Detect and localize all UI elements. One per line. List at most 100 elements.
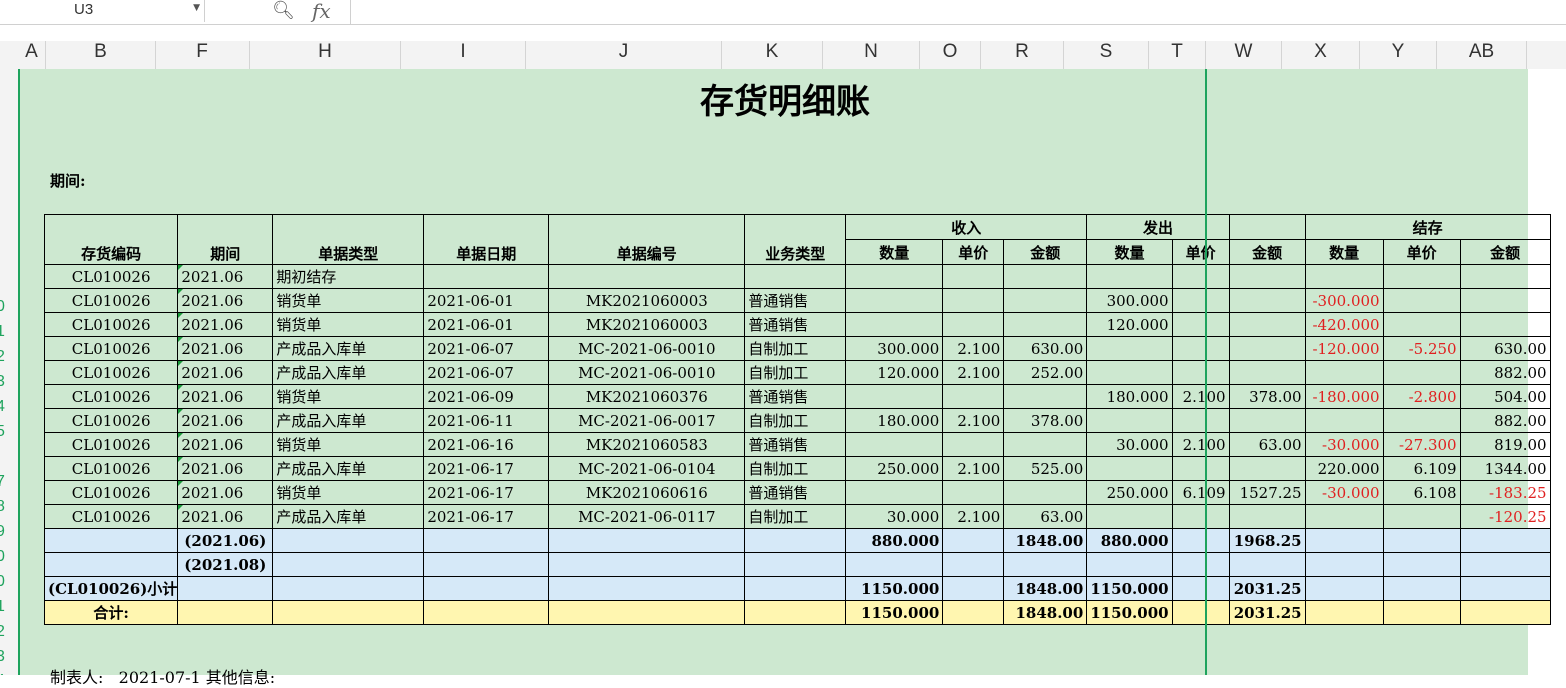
table-cell[interactable]	[1228, 504, 1306, 529]
table-cell[interactable]: 1848.00	[1003, 600, 1088, 625]
table-cell[interactable]: CL010026	[43, 336, 179, 361]
table-cell[interactable]: 880.000	[1086, 528, 1173, 553]
table-cell[interactable]: -420.000	[1304, 312, 1384, 337]
table-cell[interactable]: CL010026	[43, 288, 179, 313]
table-cell[interactable]	[1459, 264, 1551, 289]
table-cell[interactable]	[272, 576, 425, 601]
table-cell[interactable]	[1003, 480, 1088, 505]
table-cell[interactable]: 2021-06-07	[423, 336, 550, 361]
table-cell[interactable]: MC-2021-06-0010	[548, 360, 746, 385]
table-cell[interactable]	[942, 264, 1005, 289]
table-cell[interactable]: 自制加工	[744, 408, 847, 433]
table-cell[interactable]: 1150.000	[845, 576, 944, 601]
table-cell[interactable]	[1086, 336, 1173, 361]
table-cell[interactable]: -183.25	[1459, 480, 1551, 505]
table-cell[interactable]: 1150.000	[1086, 576, 1173, 601]
table-cell[interactable]	[1228, 456, 1306, 481]
column-header-ab[interactable]: AB	[1437, 41, 1527, 69]
table-cell[interactable]	[1003, 288, 1088, 313]
table-cell[interactable]	[1382, 504, 1461, 529]
table-cell[interactable]	[1382, 600, 1461, 625]
table-cell[interactable]: MC-2021-06-0117	[548, 504, 746, 529]
table-cell[interactable]	[1382, 264, 1461, 289]
table-cell[interactable]	[1171, 528, 1230, 553]
table-cell[interactable]	[1171, 360, 1230, 385]
table-cell[interactable]	[942, 600, 1005, 625]
table-cell[interactable]	[423, 552, 550, 577]
table-cell[interactable]: -27.300	[1382, 432, 1461, 457]
table-cell[interactable]	[1228, 312, 1306, 337]
table-cell[interactable]: 630.00	[1003, 336, 1088, 361]
table-cell[interactable]	[845, 288, 944, 313]
row-number[interactable]: 4	[0, 398, 5, 416]
table-cell[interactable]: 63.00	[1003, 504, 1088, 529]
table-cell[interactable]: 1150.000	[845, 600, 944, 625]
table-cell[interactable]: (2021.06)	[177, 528, 274, 553]
table-cell[interactable]	[845, 264, 944, 289]
table-cell[interactable]: CL010026	[43, 264, 179, 289]
table-cell[interactable]	[942, 288, 1005, 313]
table-cell[interactable]	[1304, 264, 1384, 289]
table-cell[interactable]	[1171, 600, 1230, 625]
row-number[interactable]: 2	[0, 623, 5, 641]
table-cell[interactable]: 自制加工	[744, 456, 847, 481]
table-cell[interactable]: 2021.06	[177, 408, 274, 433]
table-cell[interactable]	[1003, 384, 1088, 409]
table-cell[interactable]: 180.000	[845, 408, 944, 433]
table-cell[interactable]: (2021.08)	[177, 552, 274, 577]
table-cell[interactable]	[942, 312, 1005, 337]
table-cell[interactable]	[1304, 576, 1384, 601]
column-header-w[interactable]: W	[1206, 41, 1282, 69]
table-cell[interactable]	[1086, 408, 1173, 433]
table-cell[interactable]	[177, 576, 274, 601]
table-cell[interactable]	[1228, 360, 1306, 385]
table-cell[interactable]: 1344.00	[1459, 456, 1551, 481]
table-cell[interactable]: 2021.06	[177, 504, 274, 529]
table-cell[interactable]	[423, 600, 550, 625]
table-cell[interactable]: CL010026	[43, 312, 179, 337]
row-number[interactable]: 0	[0, 298, 5, 316]
table-cell[interactable]	[1382, 552, 1461, 577]
table-cell[interactable]	[548, 600, 746, 625]
table-cell[interactable]	[1171, 456, 1230, 481]
column-header-h[interactable]: H	[250, 41, 401, 69]
row-number[interactable]: 5	[0, 423, 5, 441]
table-cell[interactable]: 2.100	[942, 360, 1005, 385]
table-cell[interactable]: 30.000	[1086, 432, 1173, 457]
table-cell[interactable]	[1382, 288, 1461, 313]
table-cell[interactable]: 819.00	[1459, 432, 1551, 457]
table-cell[interactable]: 产成品入库单	[272, 456, 425, 481]
table-cell[interactable]	[1304, 408, 1384, 433]
table-cell[interactable]: 销货单	[272, 384, 425, 409]
table-cell[interactable]: 2021-06-09	[423, 384, 550, 409]
table-cell[interactable]: 合计:	[43, 600, 179, 625]
table-cell[interactable]: 2031.25	[1228, 600, 1306, 625]
table-cell[interactable]	[845, 432, 944, 457]
table-cell[interactable]	[1459, 528, 1551, 553]
table-cell[interactable]: 2021.06	[177, 336, 274, 361]
table-cell[interactable]	[548, 528, 746, 553]
table-cell[interactable]: MC-2021-06-0010	[548, 336, 746, 361]
table-cell[interactable]: 2021-06-07	[423, 360, 550, 385]
table-cell[interactable]: 产成品入库单	[272, 504, 425, 529]
table-cell[interactable]: 普通销售	[744, 288, 847, 313]
name-box[interactable]: U3 ▼	[18, 0, 205, 22]
table-cell[interactable]: 30.000	[845, 504, 944, 529]
row-number[interactable]: 0	[0, 573, 5, 591]
column-header-f[interactable]: F	[155, 41, 250, 69]
column-header-a[interactable]: A	[18, 41, 46, 69]
table-cell[interactable]: 882.00	[1459, 360, 1551, 385]
table-cell[interactable]	[942, 384, 1005, 409]
table-cell[interactable]: 2.100	[1171, 384, 1230, 409]
table-cell[interactable]	[423, 528, 550, 553]
row-number[interactable]: 7	[0, 473, 5, 491]
table-cell[interactable]	[1003, 312, 1088, 337]
table-cell[interactable]	[272, 552, 425, 577]
table-cell[interactable]: 120.000	[1086, 312, 1173, 337]
table-cell[interactable]	[1382, 408, 1461, 433]
table-cell[interactable]: 销货单	[272, 312, 425, 337]
table-cell[interactable]	[1171, 312, 1230, 337]
table-cell[interactable]: 2021.06	[177, 456, 274, 481]
table-cell[interactable]: -120.000	[1304, 336, 1384, 361]
row-number[interactable]: 8	[0, 498, 5, 516]
